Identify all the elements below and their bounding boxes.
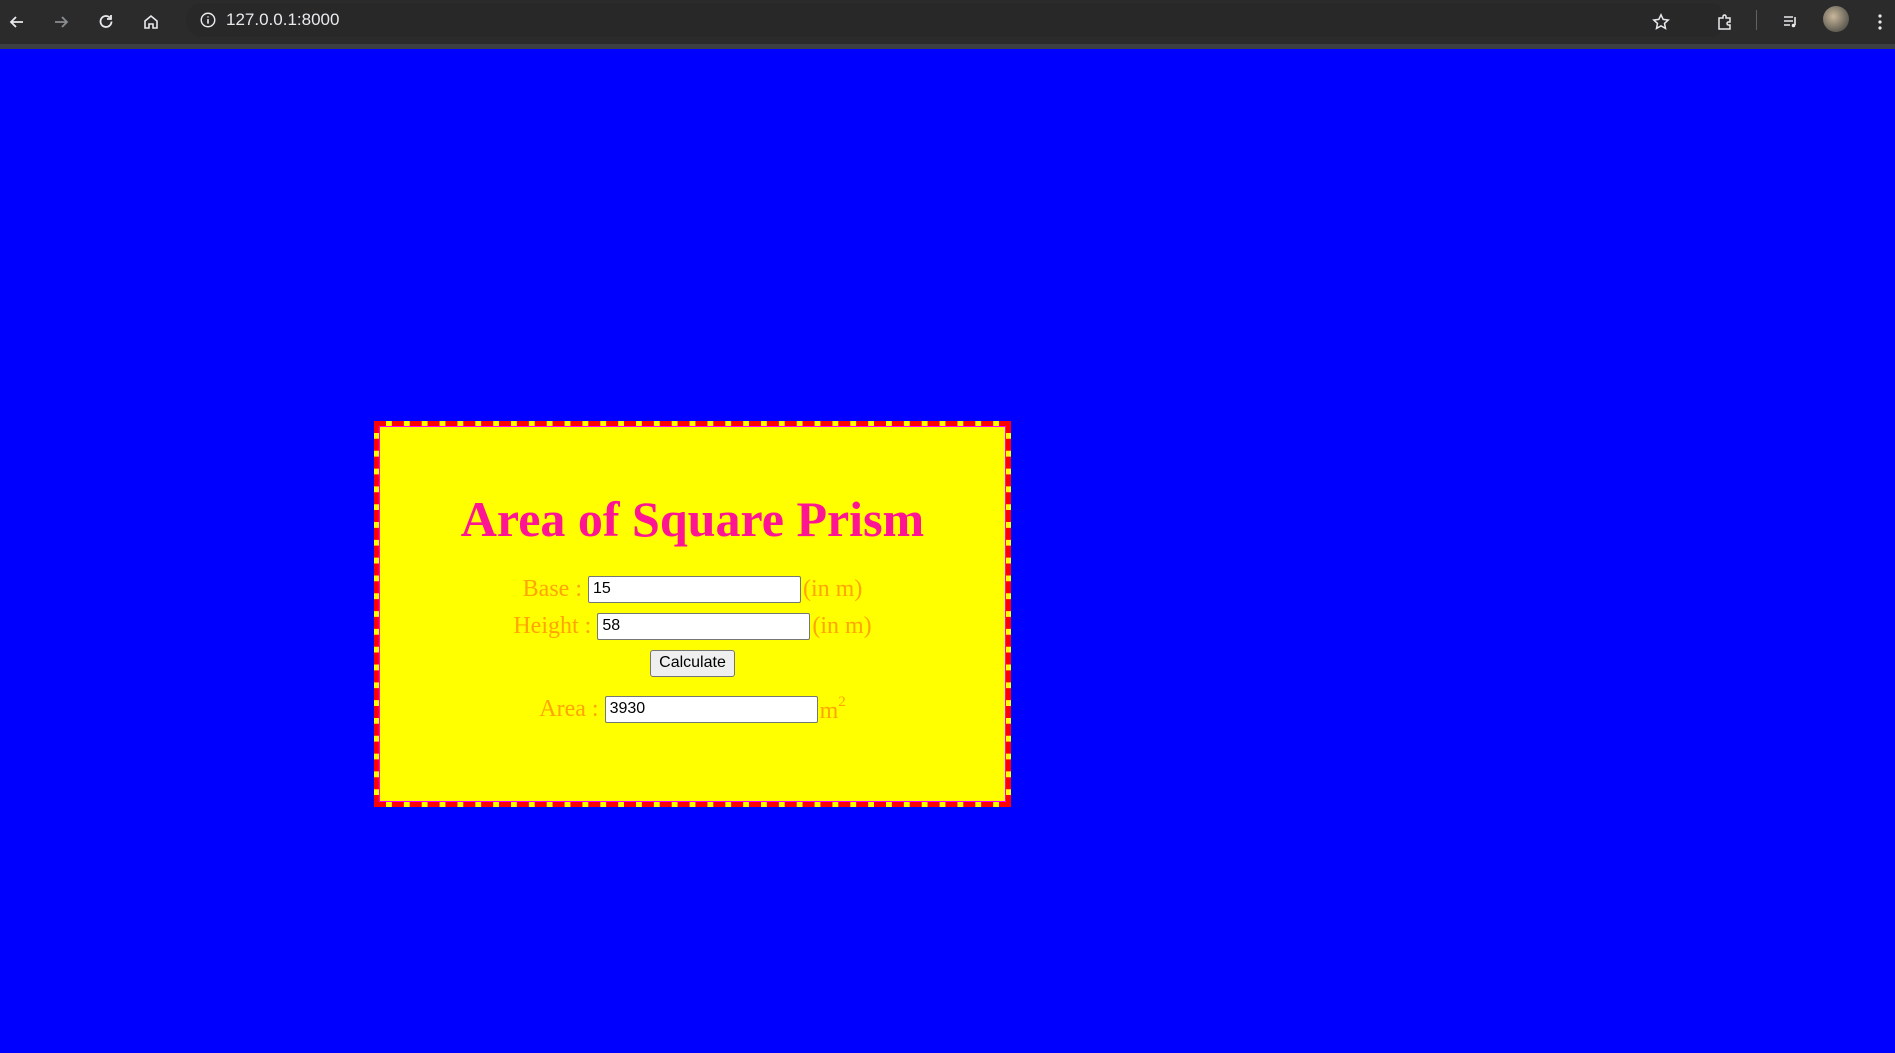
area-unit-exponent: 2 <box>838 693 846 710</box>
page-title: Area of Square Prism <box>460 491 925 547</box>
page-viewport: Area of Square Prism Base : (in m) Heigh… <box>0 49 1895 1053</box>
height-unit: (in m) <box>812 612 872 639</box>
calculator-card: Area of Square Prism Base : (in m) Heigh… <box>374 421 1011 807</box>
base-unit: (in m) <box>803 575 863 602</box>
extensions-icon[interactable] <box>1709 6 1741 38</box>
base-row: Base : (in m) <box>380 571 1005 607</box>
info-icon[interactable] <box>190 3 226 37</box>
reload-icon[interactable] <box>90 6 122 38</box>
star-icon[interactable] <box>1645 6 1677 38</box>
calculate-row: Calculate <box>380 645 1005 681</box>
height-row: Height : (in m) <box>380 607 1005 645</box>
back-icon[interactable] <box>1 6 33 38</box>
url-text[interactable]: 127.0.0.1:8000 <box>226 10 339 30</box>
height-input[interactable] <box>597 612 811 640</box>
height-label: Height : <box>513 612 592 639</box>
profile-avatar[interactable] <box>1823 6 1849 32</box>
base-label: Base : <box>522 575 582 602</box>
menu-icon[interactable] <box>1864 6 1895 38</box>
area-unit: m2 <box>820 694 846 725</box>
address-bar[interactable]: 127.0.0.1:8000 <box>186 3 1726 37</box>
media-icon[interactable] <box>1775 6 1807 38</box>
browser-toolbar: 127.0.0.1:8000 <box>0 0 1895 48</box>
area-output[interactable] <box>604 695 818 723</box>
calculate-button[interactable]: Calculate <box>650 649 735 677</box>
base-input[interactable] <box>588 575 801 603</box>
area-row: Area : m2 <box>380 689 1005 729</box>
area-unit-base: m <box>819 697 839 724</box>
home-icon[interactable] <box>135 6 167 38</box>
toolbar-separator <box>1756 10 1757 30</box>
area-label: Area : <box>539 695 599 722</box>
forward-icon[interactable] <box>45 6 77 38</box>
